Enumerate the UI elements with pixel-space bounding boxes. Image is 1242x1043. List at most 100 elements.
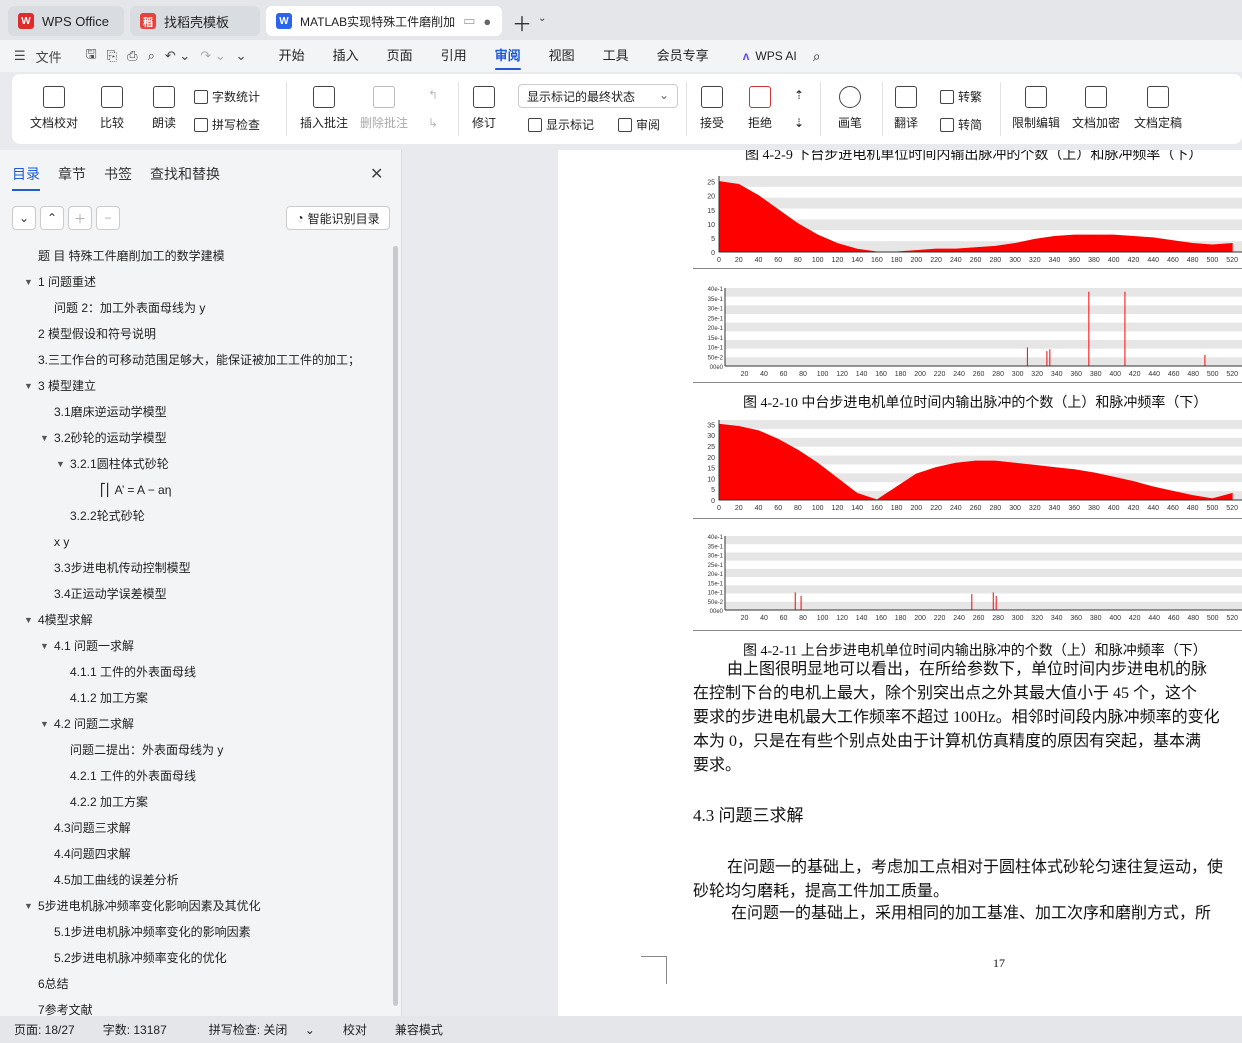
hamburger-icon[interactable]: ☰ [14,48,26,64]
tab-document[interactable]: W MATLAB实现特殊工件磨削加 ▭ ● [266,6,502,36]
redo-icon[interactable]: ↷ ⌄ [200,48,225,64]
toc-item[interactable]: 4.1.1 工件的外表面母线 [70,662,196,682]
more-chevron-icon[interactable]: ⌄ [236,48,247,64]
sidebar-scrollbar[interactable] [393,246,398,1006]
chevron-down-icon[interactable]: ▼ [40,428,49,448]
file-menu[interactable]: 文件 [36,47,62,66]
word-count-button[interactable]: 字数统计 [194,88,260,105]
accept-button[interactable]: 接受 [700,86,724,131]
next-change-icon[interactable]: ⇣ [794,116,804,130]
next-comment-icon[interactable]: ↳ [428,116,438,130]
spell-check-status[interactable]: 拼写检查: 关闭 ⌄ [181,1021,329,1038]
search-icon[interactable]: ⌕ [813,48,821,65]
to-traditional-button[interactable]: 转繁 [940,88,982,105]
add-heading-button[interactable]: ＋ [68,206,92,230]
tab-dot-icon[interactable]: ● [483,14,491,29]
toc-item[interactable]: 1 问题重述 [38,272,96,292]
chevron-down-icon[interactable]: ▼ [56,454,65,474]
review-pane-button[interactable]: 审阅 [618,116,660,133]
page-indicator[interactable]: 页面: 18/27 [0,1021,89,1038]
toc-item[interactable]: 2 模型假设和符号说明 [38,324,156,344]
toc-item[interactable]: 6总结 [38,974,69,994]
menu-review[interactable]: 审阅 [481,40,535,72]
collapse-all-button[interactable]: ⌃ [40,206,64,230]
chevron-down-icon[interactable]: ▼ [24,896,33,916]
menu-reference[interactable]: 引用 [427,40,481,72]
tab-templates[interactable]: 稻 找稻壳模板 [130,6,260,36]
toc-item[interactable]: 5.2步进电机脉冲频率变化的优化 [54,948,227,968]
prev-change-icon[interactable]: ⇡ [794,88,804,102]
toc-item[interactable]: 4.1.2 加工方案 [70,688,148,708]
menu-page[interactable]: 页面 [373,40,427,72]
chevron-down-icon[interactable]: ▼ [24,610,33,630]
pen-button[interactable]: 画笔 [838,86,862,131]
insert-comment-button[interactable]: 插入批注 [300,86,348,131]
toc-item[interactable]: 4.2.1 工件的外表面母线 [70,766,196,786]
encrypt-button[interactable]: 文档加密 [1072,86,1120,131]
chevron-down-icon[interactable]: ▼ [24,376,33,396]
toc-item[interactable]: 4.1 问题一求解 [54,636,134,656]
finalize-button[interactable]: 文档定稿 [1134,86,1182,131]
toc-item[interactable]: x y [54,532,69,552]
toc-item[interactable]: 3.2.1圆柱体式砂轮 [70,454,169,474]
toc-item[interactable]: 3.2砂轮的运动学模型 [54,428,167,448]
print-preview-icon[interactable]: ⌕ [148,48,155,64]
toc-item[interactable]: 问题 2：加工外表面母线为 y [54,298,205,318]
chevron-down-icon[interactable]: ▼ [40,636,49,656]
expand-all-button[interactable]: ⌄ [12,206,36,230]
spell-check-button[interactable]: 拼写检查 [194,116,260,133]
tab-wps-office[interactable]: W WPS Office [8,6,124,36]
print-icon[interactable]: ⎙ [127,48,137,64]
toc-item[interactable]: 3.2.2轮式砂轮 [70,506,145,526]
markup-state-dropdown[interactable]: 显示标记的最终状态 ⌄ [518,84,678,108]
tab-find-replace[interactable]: 查找和替换 [150,164,220,184]
toc-item[interactable]: 5.1步进电机脉冲频率变化的影响因素 [54,922,251,942]
toc-item[interactable]: 4.4问题四求解 [54,844,131,864]
prev-comment-icon[interactable]: ↰ [428,88,438,102]
smart-toc-button[interactable]: ◔ 智能识别目录 [286,206,390,230]
tab-list-chevron-icon[interactable]: ⌄ [538,13,546,24]
toc-item[interactable]: 4.5加工曲线的误差分析 [54,870,179,890]
remove-heading-button[interactable]: − [96,206,120,230]
new-tab-button[interactable]: ＋ [512,8,532,37]
menu-tools[interactable]: 工具 [589,40,643,72]
proofread-status[interactable]: 校对 [329,1021,381,1038]
export-icon[interactable]: ⎘ [107,48,117,64]
save-icon[interactable]: 🖫 [86,45,97,67]
translate-button[interactable]: 翻译 [894,86,918,131]
reject-button[interactable]: 拒绝 [748,86,772,131]
word-count-indicator[interactable]: 字数: 13187 [89,1021,181,1038]
show-markup-button[interactable]: 显示标记 [528,116,594,133]
toc-item[interactable]: ⎡⎢ A’ = A − aη [100,480,171,500]
tab-toc[interactable]: 目录 [12,164,40,191]
wps-ai-button[interactable]: WPS AI [755,49,796,63]
restrict-edit-button[interactable]: 限制编辑 [1012,86,1060,131]
menu-insert[interactable]: 插入 [319,40,373,72]
toc-item[interactable]: 3.4正运动学误差模型 [54,584,167,604]
toc-item[interactable]: 4.3问题三求解 [54,818,131,838]
toc-item[interactable]: 3 模型建立 [38,376,96,396]
doc-check-button[interactable]: 文档校对 [30,86,78,131]
undo-icon[interactable]: ↶ ⌄ [165,48,190,64]
close-icon[interactable]: ✕ [370,164,383,184]
to-simplified-button[interactable]: 转简 [940,116,982,133]
toc-item[interactable]: 4.2 问题二求解 [54,714,134,734]
menu-start[interactable]: 开始 [265,40,319,72]
toc-item[interactable]: 题 目 特殊工件磨削加工的数学建模 [38,246,225,266]
toc-item[interactable]: 问题二提出：外表面母线为 y [70,740,223,760]
toc-item[interactable]: 4模型求解 [38,610,93,630]
toc-item[interactable]: 4.2.2 加工方案 [70,792,148,812]
chevron-down-icon[interactable]: ▼ [24,272,33,292]
toc-item[interactable]: 3.三工作台的可移动范围足够大，能保证被加工工件的加工； [38,350,360,370]
menu-member[interactable]: 会员专享 [643,40,723,72]
delete-comment-button[interactable]: 删除批注 [360,86,408,131]
tab-bookmarks[interactable]: 书签 [104,164,132,184]
toc-item[interactable]: 3.3步进电机传动控制模型 [54,558,191,578]
read-aloud-button[interactable]: 朗读 [152,86,176,131]
toc-item[interactable]: 3.1磨床逆运动学模型 [54,402,167,422]
chevron-down-icon[interactable]: ▼ [40,714,49,734]
compare-button[interactable]: 比较 [100,86,124,131]
revise-button[interactable]: 修订 [472,86,496,131]
menu-view[interactable]: 视图 [535,40,589,72]
toc-item[interactable]: 5步进电机脉冲频率变化影响因素及其优化 [38,896,261,916]
